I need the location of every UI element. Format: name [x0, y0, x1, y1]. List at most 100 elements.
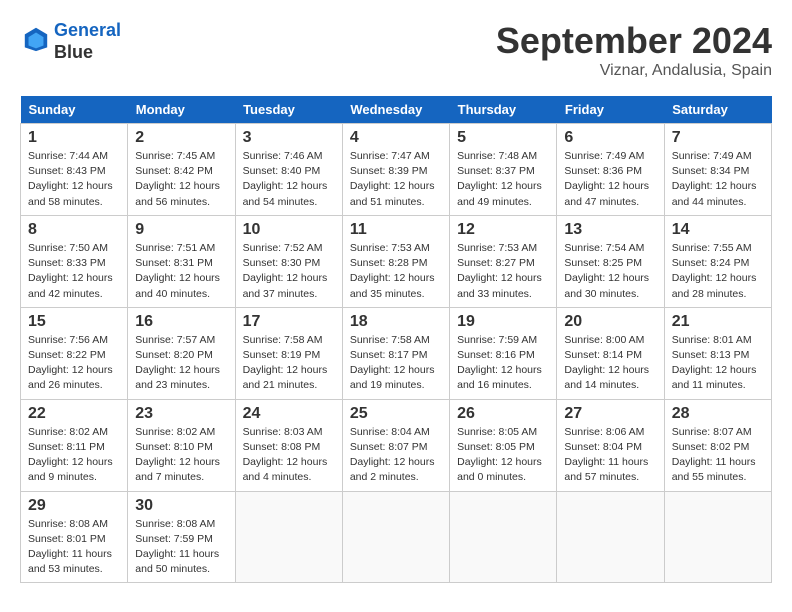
- day-info: Sunrise: 8:00 AM Sunset: 8:14 PM Dayligh…: [564, 333, 656, 394]
- calendar-cell: 23 Sunrise: 8:02 AM Sunset: 8:10 PM Dayl…: [128, 399, 235, 491]
- day-number: 4: [350, 129, 442, 147]
- day-number: 30: [135, 497, 227, 515]
- logo: General Blue: [20, 20, 121, 63]
- calendar-cell: 29 Sunrise: 8:08 AM Sunset: 8:01 PM Dayl…: [21, 491, 128, 583]
- logo-line1: General: [54, 20, 121, 42]
- calendar-cell: 27 Sunrise: 8:06 AM Sunset: 8:04 PM Dayl…: [557, 399, 664, 491]
- weekday-header-friday: Friday: [557, 96, 664, 124]
- day-number: 12: [457, 221, 549, 239]
- day-info: Sunrise: 7:44 AM Sunset: 8:43 PM Dayligh…: [28, 149, 120, 210]
- day-info: Sunrise: 8:05 AM Sunset: 8:05 PM Dayligh…: [457, 425, 549, 486]
- day-number: 18: [350, 313, 442, 331]
- weekday-header-wednesday: Wednesday: [342, 96, 449, 124]
- day-number: 6: [564, 129, 656, 147]
- logo-line2: Blue: [54, 42, 121, 64]
- calendar-cell: [342, 491, 449, 583]
- weekday-header-sunday: Sunday: [21, 96, 128, 124]
- calendar-cell: 11 Sunrise: 7:53 AM Sunset: 8:28 PM Dayl…: [342, 215, 449, 307]
- calendar-week-1: 1 Sunrise: 7:44 AM Sunset: 8:43 PM Dayli…: [21, 124, 772, 216]
- day-info: Sunrise: 7:54 AM Sunset: 8:25 PM Dayligh…: [564, 241, 656, 302]
- day-number: 25: [350, 405, 442, 423]
- day-number: 11: [350, 221, 442, 239]
- day-number: 21: [672, 313, 764, 331]
- day-number: 17: [243, 313, 335, 331]
- day-info: Sunrise: 7:50 AM Sunset: 8:33 PM Dayligh…: [28, 241, 120, 302]
- day-info: Sunrise: 8:01 AM Sunset: 8:13 PM Dayligh…: [672, 333, 764, 394]
- calendar-cell: 3 Sunrise: 7:46 AM Sunset: 8:40 PM Dayli…: [235, 124, 342, 216]
- day-number: 13: [564, 221, 656, 239]
- calendar-table: SundayMondayTuesdayWednesdayThursdayFrid…: [20, 96, 772, 583]
- day-number: 27: [564, 405, 656, 423]
- day-number: 19: [457, 313, 549, 331]
- calendar-cell: 7 Sunrise: 7:49 AM Sunset: 8:34 PM Dayli…: [664, 124, 771, 216]
- calendar-cell: 28 Sunrise: 8:07 AM Sunset: 8:02 PM Dayl…: [664, 399, 771, 491]
- calendar-cell: 1 Sunrise: 7:44 AM Sunset: 8:43 PM Dayli…: [21, 124, 128, 216]
- day-info: Sunrise: 8:08 AM Sunset: 7:59 PM Dayligh…: [135, 517, 227, 578]
- day-info: Sunrise: 8:04 AM Sunset: 8:07 PM Dayligh…: [350, 425, 442, 486]
- day-number: 1: [28, 129, 120, 147]
- day-number: 9: [135, 221, 227, 239]
- calendar-week-3: 15 Sunrise: 7:56 AM Sunset: 8:22 PM Dayl…: [21, 307, 772, 399]
- day-info: Sunrise: 7:49 AM Sunset: 8:36 PM Dayligh…: [564, 149, 656, 210]
- day-info: Sunrise: 7:52 AM Sunset: 8:30 PM Dayligh…: [243, 241, 335, 302]
- calendar-cell: 4 Sunrise: 7:47 AM Sunset: 8:39 PM Dayli…: [342, 124, 449, 216]
- day-info: Sunrise: 7:53 AM Sunset: 8:27 PM Dayligh…: [457, 241, 549, 302]
- day-info: Sunrise: 7:55 AM Sunset: 8:24 PM Dayligh…: [672, 241, 764, 302]
- calendar-week-5: 29 Sunrise: 8:08 AM Sunset: 8:01 PM Dayl…: [21, 491, 772, 583]
- calendar-week-2: 8 Sunrise: 7:50 AM Sunset: 8:33 PM Dayli…: [21, 215, 772, 307]
- day-info: Sunrise: 7:53 AM Sunset: 8:28 PM Dayligh…: [350, 241, 442, 302]
- location: Viznar, Andalusia, Spain: [496, 62, 772, 80]
- day-info: Sunrise: 7:51 AM Sunset: 8:31 PM Dayligh…: [135, 241, 227, 302]
- calendar-cell: 8 Sunrise: 7:50 AM Sunset: 8:33 PM Dayli…: [21, 215, 128, 307]
- day-info: Sunrise: 8:08 AM Sunset: 8:01 PM Dayligh…: [28, 517, 120, 578]
- calendar-cell: 5 Sunrise: 7:48 AM Sunset: 8:37 PM Dayli…: [450, 124, 557, 216]
- day-number: 22: [28, 405, 120, 423]
- day-info: Sunrise: 7:48 AM Sunset: 8:37 PM Dayligh…: [457, 149, 549, 210]
- weekday-header-tuesday: Tuesday: [235, 96, 342, 124]
- calendar-cell: 30 Sunrise: 8:08 AM Sunset: 7:59 PM Dayl…: [128, 491, 235, 583]
- day-number: 29: [28, 497, 120, 515]
- day-info: Sunrise: 7:45 AM Sunset: 8:42 PM Dayligh…: [135, 149, 227, 210]
- day-info: Sunrise: 8:03 AM Sunset: 8:08 PM Dayligh…: [243, 425, 335, 486]
- weekday-header-thursday: Thursday: [450, 96, 557, 124]
- page-header: General Blue September 2024 Viznar, Anda…: [20, 20, 772, 80]
- title-block: September 2024 Viznar, Andalusia, Spain: [496, 20, 772, 80]
- calendar-header-row: SundayMondayTuesdayWednesdayThursdayFrid…: [21, 96, 772, 124]
- day-info: Sunrise: 7:59 AM Sunset: 8:16 PM Dayligh…: [457, 333, 549, 394]
- day-number: 3: [243, 129, 335, 147]
- calendar-cell: 10 Sunrise: 7:52 AM Sunset: 8:30 PM Dayl…: [235, 215, 342, 307]
- calendar-cell: [235, 491, 342, 583]
- weekday-header-monday: Monday: [128, 96, 235, 124]
- day-number: 7: [672, 129, 764, 147]
- day-info: Sunrise: 8:02 AM Sunset: 8:10 PM Dayligh…: [135, 425, 227, 486]
- day-number: 10: [243, 221, 335, 239]
- day-number: 15: [28, 313, 120, 331]
- day-info: Sunrise: 8:02 AM Sunset: 8:11 PM Dayligh…: [28, 425, 120, 486]
- calendar-cell: [450, 491, 557, 583]
- day-info: Sunrise: 7:47 AM Sunset: 8:39 PM Dayligh…: [350, 149, 442, 210]
- day-info: Sunrise: 7:49 AM Sunset: 8:34 PM Dayligh…: [672, 149, 764, 210]
- day-number: 14: [672, 221, 764, 239]
- day-info: Sunrise: 8:07 AM Sunset: 8:02 PM Dayligh…: [672, 425, 764, 486]
- calendar-cell: 15 Sunrise: 7:56 AM Sunset: 8:22 PM Dayl…: [21, 307, 128, 399]
- day-number: 23: [135, 405, 227, 423]
- day-info: Sunrise: 7:58 AM Sunset: 8:17 PM Dayligh…: [350, 333, 442, 394]
- calendar-week-4: 22 Sunrise: 8:02 AM Sunset: 8:11 PM Dayl…: [21, 399, 772, 491]
- day-info: Sunrise: 7:56 AM Sunset: 8:22 PM Dayligh…: [28, 333, 120, 394]
- day-number: 8: [28, 221, 120, 239]
- day-info: Sunrise: 7:58 AM Sunset: 8:19 PM Dayligh…: [243, 333, 335, 394]
- day-number: 16: [135, 313, 227, 331]
- day-number: 5: [457, 129, 549, 147]
- calendar-cell: 22 Sunrise: 8:02 AM Sunset: 8:11 PM Dayl…: [21, 399, 128, 491]
- calendar-cell: 25 Sunrise: 8:04 AM Sunset: 8:07 PM Dayl…: [342, 399, 449, 491]
- day-number: 28: [672, 405, 764, 423]
- calendar-cell: 2 Sunrise: 7:45 AM Sunset: 8:42 PM Dayli…: [128, 124, 235, 216]
- weekday-header-saturday: Saturday: [664, 96, 771, 124]
- calendar-cell: 17 Sunrise: 7:58 AM Sunset: 8:19 PM Dayl…: [235, 307, 342, 399]
- calendar-cell: 19 Sunrise: 7:59 AM Sunset: 8:16 PM Dayl…: [450, 307, 557, 399]
- calendar-cell: 20 Sunrise: 8:00 AM Sunset: 8:14 PM Dayl…: [557, 307, 664, 399]
- day-number: 20: [564, 313, 656, 331]
- day-number: 26: [457, 405, 549, 423]
- calendar-cell: 16 Sunrise: 7:57 AM Sunset: 8:20 PM Dayl…: [128, 307, 235, 399]
- day-number: 2: [135, 129, 227, 147]
